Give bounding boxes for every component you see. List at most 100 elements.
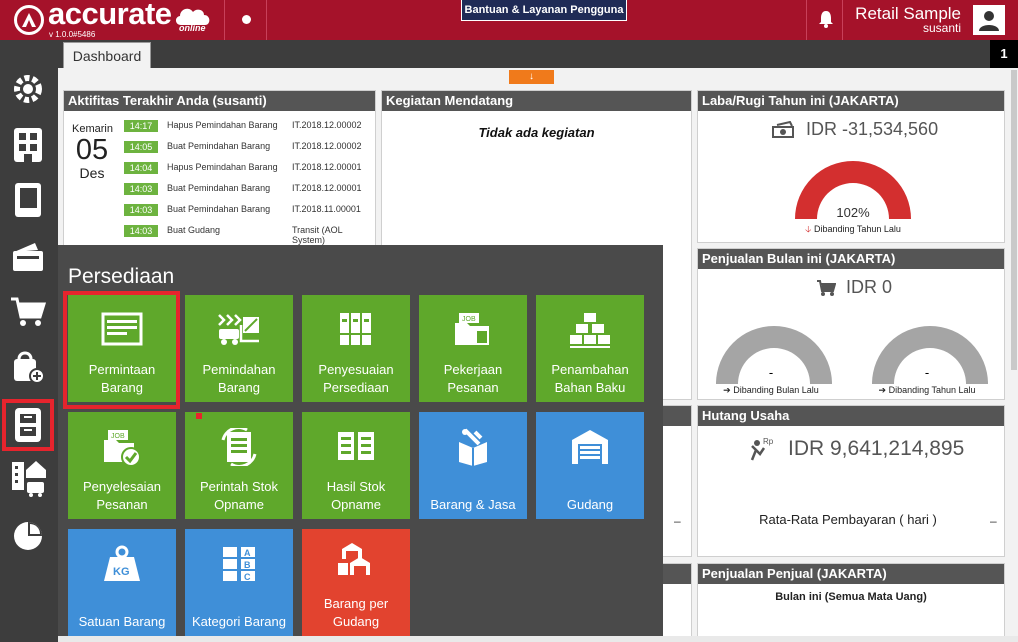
dash-value: – — [674, 514, 681, 528]
list-item[interactable]: 14:03 Buat Gudang Transit (AOL System) — [124, 225, 375, 246]
tile-gudang[interactable]: Gudang — [536, 412, 644, 519]
activity-date: Kemarin 05 Des — [72, 123, 113, 181]
collapse-toggle-button[interactable]: ↓ — [509, 70, 554, 84]
svg-text:B: B — [244, 560, 251, 570]
bell-icon[interactable] — [818, 10, 834, 28]
items-per-warehouse-icon — [338, 543, 370, 575]
profit-amount: IDR -31,534,560 — [806, 119, 939, 139]
sales-gauge-month: - ➔ Dibanding Bulan Lalu — [712, 325, 836, 395]
tile-label: Penambahan Bahan Baku — [551, 362, 629, 395]
arrow-right-icon: ➔ — [723, 385, 731, 395]
stock-order-icon — [221, 428, 257, 466]
open-tab-count[interactable]: 1 — [990, 40, 1018, 68]
tile-barang-per-gudang[interactable]: Barang per Gudang — [302, 529, 410, 636]
help-support-button[interactable]: Bantuan & Layanan Pengguna — [461, 0, 627, 21]
tile-penambahan-bahan-baku[interactable]: Penambahan Bahan Baku — [536, 295, 644, 402]
sidebar-item-fixed-assets[interactable] — [6, 456, 50, 500]
sales-amount: IDR 0 — [846, 277, 893, 297]
tile-label: Hasil Stok Opname — [326, 479, 386, 512]
divider — [266, 0, 267, 40]
payment-person-icon: Rp — [750, 437, 774, 461]
tile-perintah-stok-opname[interactable]: Perintah Stok Opname — [185, 412, 293, 519]
sidebar-item-ledger[interactable] — [6, 178, 50, 222]
tile-penyesuaian-persediaan[interactable]: Penyesuaian Persediaan — [302, 295, 410, 402]
forklift-transfer-icon — [218, 314, 259, 345]
activity-ref: IT.2018.11.00001 — [292, 204, 361, 214]
profit-compare: 🡣 Dibanding Tahun Lalu — [783, 222, 923, 238]
tile-label: Gudang — [566, 497, 614, 512]
list-item[interactable]: 14:03 Buat Pemindahan Barang IT.2018.12.00… — [124, 183, 375, 204]
cart-icon — [11, 297, 46, 326]
tile-label: Satuan Barang — [78, 614, 166, 629]
panel-title: Aktifitas Terakhir Anda (susanti) — [64, 91, 375, 111]
sidebar-item-reports[interactable] — [6, 514, 50, 558]
tile-satuan-barang[interactable]: KG Satuan Barang — [68, 529, 176, 636]
version-label: v 1.0.0#5486 — [49, 30, 96, 39]
sidebar-item-purchase[interactable] — [6, 345, 50, 389]
activity-desc: Buat Pemindahan Barang — [167, 204, 271, 214]
list-item[interactable]: 14:05 Buat Pemindahan Barang IT.2018.12.00… — [124, 141, 375, 162]
avg-payment-label: Rata-Rata Pembayaran ( hari ) — [759, 512, 937, 527]
tile-pemindahan-barang[interactable]: Pemindahan Barang — [185, 295, 293, 402]
user-avatar-icon — [979, 11, 999, 31]
arrow-down-icon: 🡣 — [805, 224, 812, 234]
tile-hasil-stok-opname[interactable]: Hasil Stok Opname — [302, 412, 410, 519]
sidebar — [0, 40, 58, 642]
activity-time: 14:04 — [124, 162, 158, 174]
user-name[interactable]: susanti — [923, 21, 961, 35]
status-dot-icon[interactable] — [242, 15, 251, 24]
job-folder-icon: JOB — [455, 313, 489, 345]
goods-services-icon — [459, 428, 487, 466]
tile-barang-jasa[interactable]: Barang & Jasa — [419, 412, 527, 519]
date-day: 05 — [75, 134, 109, 166]
ledger-book-icon — [15, 183, 41, 217]
panel-title: Hutang Usaha — [698, 406, 1004, 426]
divider — [224, 0, 225, 40]
activity-list: 14:17 Hapus Pemindahan Barang IT.2018.12.0… — [124, 120, 375, 246]
profit-percent: 102% — [836, 205, 870, 220]
cart-icon — [817, 279, 836, 296]
list-item[interactable]: 14:17 Hapus Pemindahan Barang IT.2018.12.0… — [124, 120, 375, 141]
divider — [806, 0, 807, 40]
activity-desc: Buat Pemindahan Barang — [167, 183, 271, 193]
debt-amount-row: Rp IDR 9,641,214,895 — [748, 436, 964, 462]
divider — [842, 0, 843, 40]
profit-amount-row: IDR -31,534,560 — [772, 119, 938, 140]
panel-title: Penjualan Bulan ini (JAKARTA) — [698, 249, 1004, 269]
job-complete-icon: JOB — [104, 430, 141, 466]
accurate-logo-icon[interactable] — [14, 5, 44, 35]
sidebar-item-settings[interactable] — [6, 67, 50, 111]
list-item[interactable]: 14:04 Hapus Pemindahan Barang IT.2018.12.0… — [124, 162, 375, 183]
tile-penyelesaian-pesanan[interactable]: JOB Penyelesaian Pesanan — [68, 412, 176, 519]
stock-result-icon — [338, 432, 374, 460]
activity-ref: IT.2018.12.00002 — [292, 141, 362, 151]
panel-title: Penjualan Penjual (JAKARTA) — [698, 564, 1004, 584]
avatar[interactable] — [973, 5, 1005, 35]
empty-message: Tidak ada kegiatan — [478, 125, 595, 140]
tile-pekerjaan-pesanan[interactable]: JOB Pekerjaan Pesanan — [419, 295, 527, 402]
building-car-icon — [12, 461, 46, 497]
seller-sales-panel: Penjualan Penjual (JAKARTA) Bulan ini (S… — [697, 563, 1005, 642]
list-item[interactable]: 14:03 Buat Pemindahan Barang IT.2018.11.00… — [124, 204, 375, 225]
sales-gauge-year: - ➔ Dibanding Tahun Lalu — [868, 325, 992, 395]
activity-desc: Buat Gudang — [167, 225, 221, 235]
scrollbar-thumb[interactable] — [1011, 70, 1017, 370]
tile-kategori-barang[interactable]: ABC Kategori Barang — [185, 529, 293, 636]
category-abc-icon: ABC — [223, 547, 255, 582]
tile-label: Perintah Stok Opname — [199, 479, 279, 512]
sidebar-item-inventory[interactable] — [2, 399, 54, 451]
sidebar-item-cash-bank[interactable] — [6, 234, 50, 278]
activity-time: 14:05 — [124, 141, 158, 153]
notification-dot — [196, 413, 202, 419]
seller-sales-subtitle: Bulan ini (Semua Mata Uang) — [775, 591, 927, 603]
activity-ref: IT.2018.12.00002 — [292, 120, 362, 130]
sidebar-item-company[interactable] — [6, 123, 50, 167]
tab-dashboard[interactable]: Dashboard — [63, 42, 151, 68]
brand-sub: online — [179, 23, 206, 33]
gauge-value: - — [768, 365, 774, 380]
tile-label: Pemindahan Barang — [202, 362, 276, 395]
svg-text:A: A — [244, 548, 251, 558]
gear-icon — [14, 75, 42, 103]
compare-label: Dibanding Bulan Lalu — [733, 385, 819, 395]
sidebar-item-sales[interactable] — [6, 290, 50, 334]
